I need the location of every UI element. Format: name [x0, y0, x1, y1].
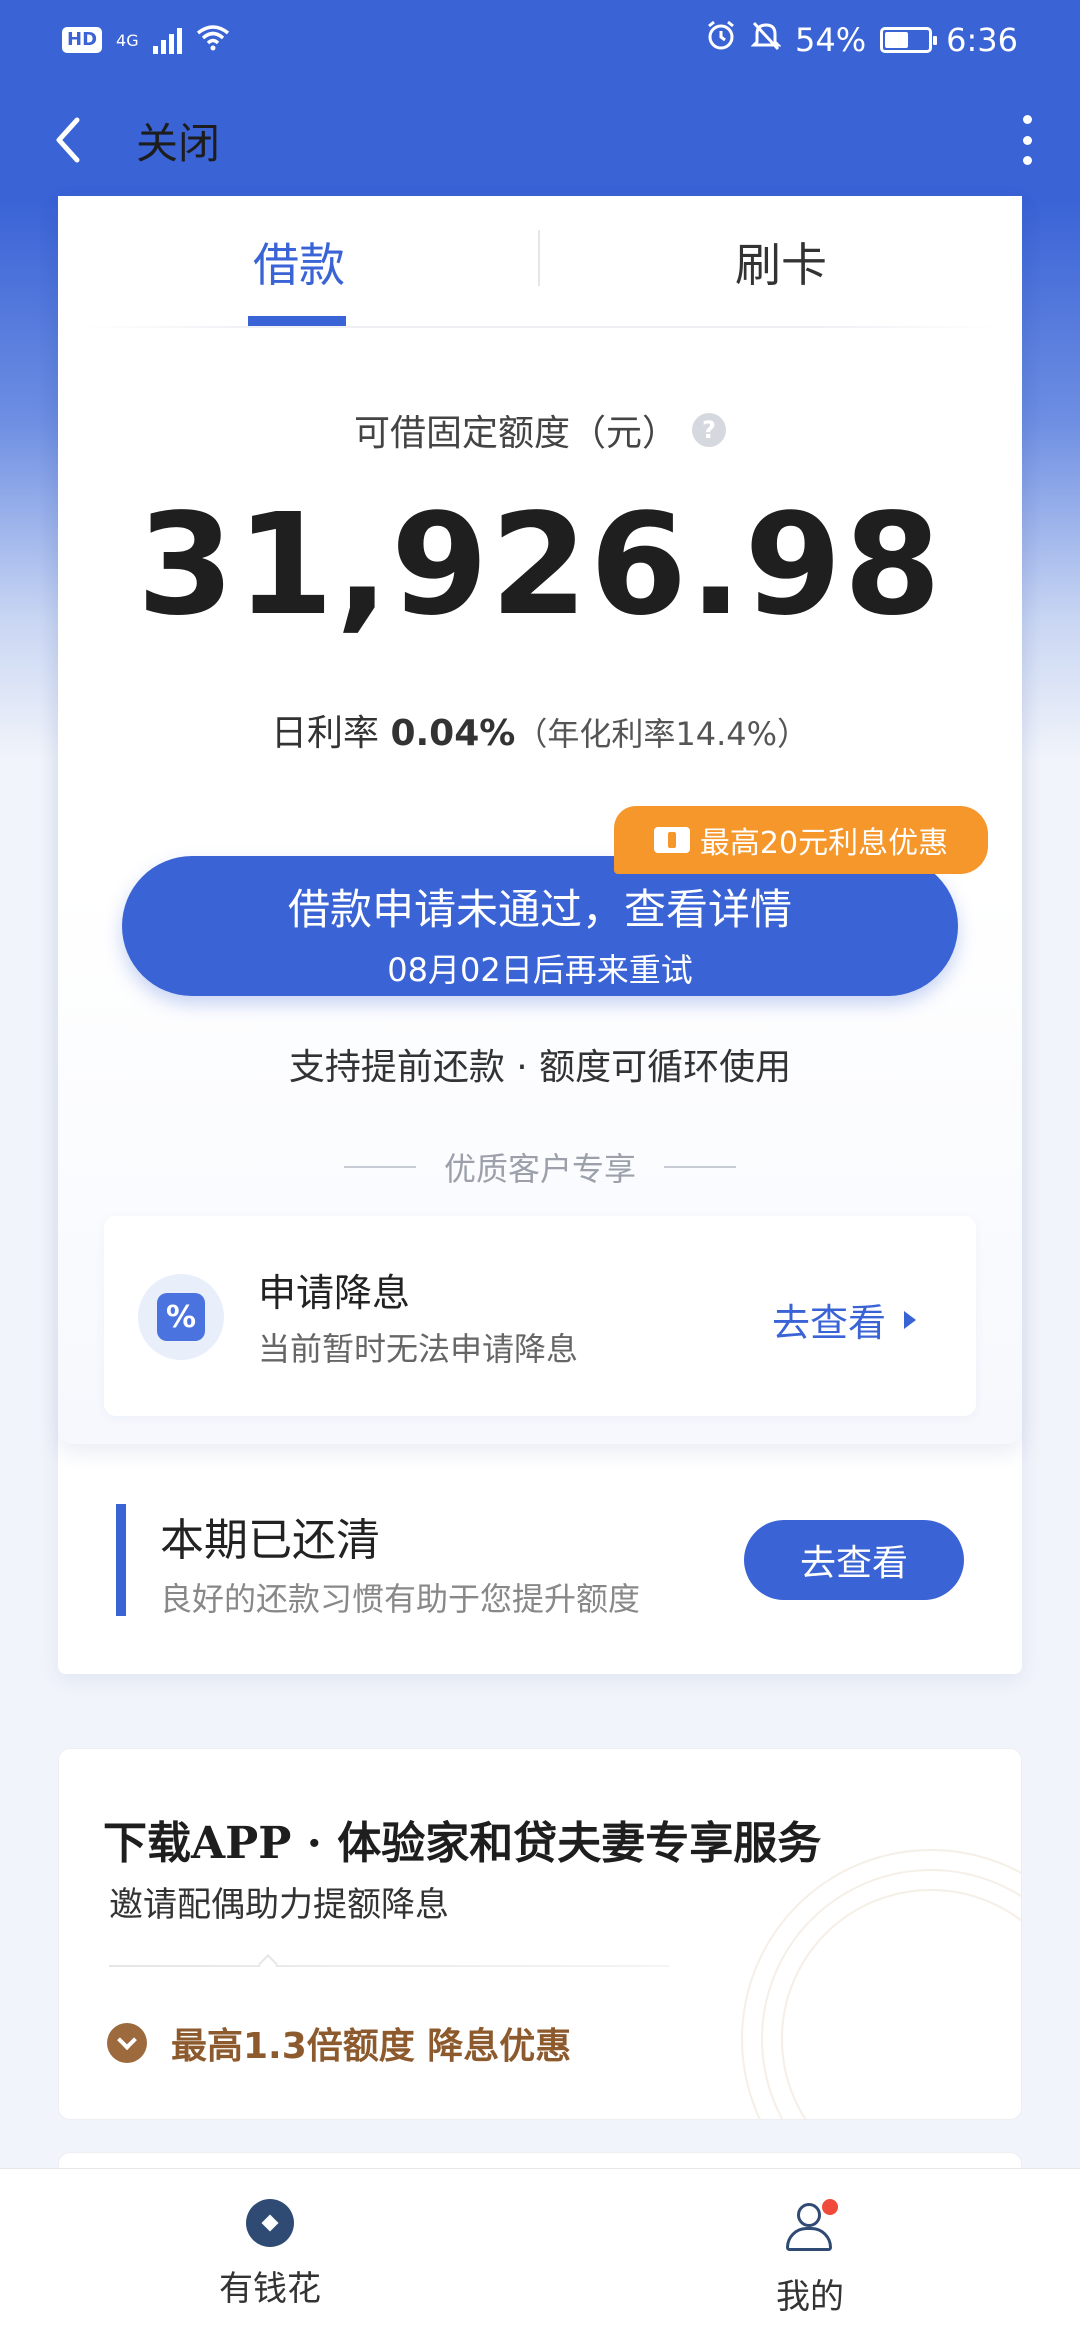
notification-dot: [822, 2199, 838, 2215]
check-badge-icon: [107, 2023, 147, 2063]
section-line-left: [343, 1166, 416, 1168]
loan-amount: 31,926.98: [136, 484, 944, 647]
hd-badge: HD: [62, 27, 103, 53]
repay-view-button[interactable]: 去查看: [744, 1520, 964, 1600]
rate-annual: （年化利率14.4%）: [515, 715, 810, 753]
section-line-right: [664, 1166, 736, 1168]
promo-title: 下载APP · 体验家和贷夫妻专享服务: [103, 1818, 822, 1869]
percent-icon: %: [157, 1293, 205, 1341]
rate-prefix: 日利率: [270, 713, 379, 754]
ticket-icon: [653, 827, 690, 853]
home-icon: [246, 2199, 294, 2247]
loan-card: 借款 刷卡 可借固定额度（元） ? 31,926.98 日利率 0.04%（年化…: [58, 196, 1022, 1444]
rate-card-subtitle: 当前暂时无法申请降息: [258, 1330, 579, 1368]
main-card: 借款 刷卡 可借固定额度（元） ? 31,926.98 日利率 0.04%（年化…: [58, 196, 1022, 1674]
section-title: 优质客户专享: [58, 1144, 1022, 1190]
repay-title: 本期已还清: [160, 1515, 380, 1566]
repay-accent-bar: [116, 1504, 126, 1616]
promo-subtitle: 邀请配偶助力提额降息: [109, 1885, 449, 1925]
triangle-right-icon: [904, 1310, 916, 1329]
promo-benefit: 最高1.3倍额度 降息优惠: [107, 2017, 571, 2069]
rate-card-title: 申请降息: [258, 1271, 411, 1315]
rate-info: 日利率 0.04%（年化利率14.4%）: [58, 704, 1022, 756]
bottom-nav: 有钱花 我的: [0, 2168, 1080, 2340]
promo-caret: [258, 1954, 278, 1974]
bottom-nav-home-label: 有钱花: [219, 2269, 321, 2309]
tab-loan[interactable]: 借款: [58, 196, 540, 328]
tab-underline: [78, 326, 1002, 328]
mute-icon: [750, 20, 782, 60]
promo-benefit-text: 最高1.3倍额度 降息优惠: [171, 2026, 572, 2067]
bottom-nav-home[interactable]: 有钱花: [0, 2169, 540, 2340]
user-icon: [782, 2199, 838, 2255]
tab-card[interactable]: 刷卡: [540, 196, 1022, 328]
repayment-section: 本期已还清 良好的还款习惯有助于您提升额度 去查看: [58, 1444, 1022, 1674]
status-bar: HD 4G 54% 6:36: [0, 0, 1080, 80]
tab-divider: [538, 230, 540, 286]
rate-reduction-card[interactable]: % 申请降息 当前暂时无法申请降息 去查看: [104, 1216, 976, 1416]
percent-icon-wrap: %: [138, 1274, 224, 1360]
section-title-text: 优质客户专享: [443, 1150, 636, 1188]
loan-button-subtitle: 08月02日后再来重试: [387, 951, 693, 989]
rate-value: 0.04%: [390, 713, 516, 754]
battery-fill: [885, 32, 908, 48]
promo-badge-text: 最高20元利息优惠: [699, 826, 949, 861]
rate-card-link[interactable]: 去查看: [772, 1292, 916, 1347]
tab-bar: 借款 刷卡: [58, 196, 1022, 328]
network-label: 4G: [116, 30, 139, 50]
wifi-icon: [196, 21, 230, 59]
app-promo-card[interactable]: 下载APP · 体验家和贷夫妻专享服务 邀请配偶助力提额降息 最高1.3倍额度 …: [58, 1748, 1022, 2120]
repay-subtitle: 良好的还款习惯有助于您提升额度: [160, 1580, 641, 1618]
loan-status-button[interactable]: 借款申请未通过，查看详情 08月02日后再来重试: [122, 856, 958, 996]
limit-label-text: 可借固定额度（元）: [353, 413, 678, 454]
bottom-nav-mine[interactable]: 我的: [540, 2169, 1080, 2340]
bottom-nav-mine-label: 我的: [776, 2277, 844, 2317]
more-icon[interactable]: [1012, 115, 1042, 165]
nav-bar: 关闭: [0, 90, 1080, 190]
battery-percent: 54%: [795, 21, 867, 59]
promo-divider: [109, 1965, 669, 1967]
status-left: HD 4G: [62, 21, 230, 59]
limit-label: 可借固定额度（元） ?: [58, 404, 1022, 456]
support-text: 支持提前还款 · 额度可循环使用: [288, 1047, 792, 1088]
signal-icon: [152, 26, 182, 54]
loan-button-title: 借款申请未通过，查看详情: [287, 885, 792, 934]
help-icon[interactable]: ?: [692, 413, 726, 447]
rate-card-link-text: 去查看: [771, 1301, 886, 1345]
status-right: 54% 6:36: [705, 20, 1018, 60]
alarm-icon: [705, 20, 737, 60]
interest-promo-badge: 最高20元利息优惠: [614, 806, 988, 874]
decorative-circles: [781, 1889, 1021, 2119]
clock: 6:36: [946, 21, 1018, 59]
close-button[interactable]: 关闭: [136, 110, 220, 171]
back-icon[interactable]: [38, 110, 98, 170]
battery-icon: [880, 27, 938, 53]
